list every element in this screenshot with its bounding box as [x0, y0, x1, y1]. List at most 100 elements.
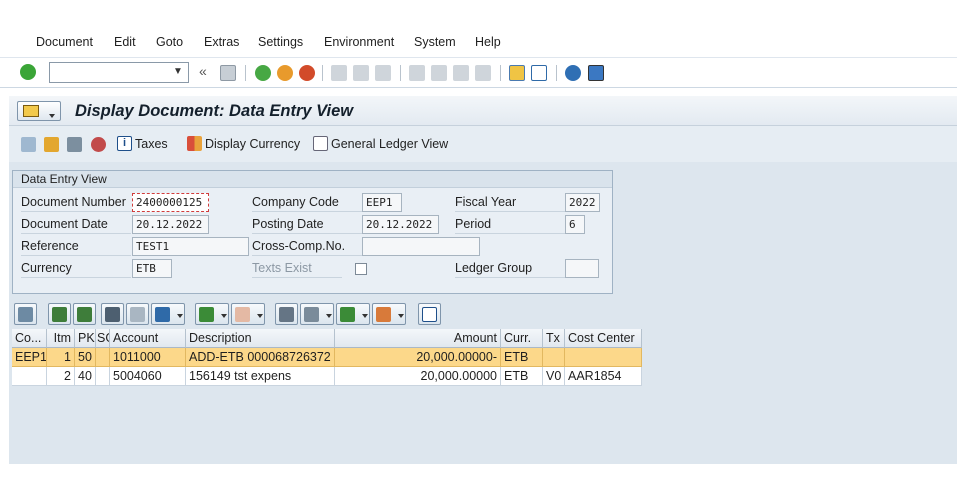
toolbar-separator — [245, 65, 246, 81]
display-currency-button[interactable]: Display Currency — [187, 136, 300, 151]
column-header-pk[interactable]: PK — [75, 329, 96, 348]
grid-toolbar — [12, 303, 957, 329]
save-icon[interactable] — [220, 65, 236, 81]
find-next-button[interactable] — [126, 303, 149, 325]
fiscal-year-field[interactable]: 2022 — [565, 193, 600, 212]
cancel-icon[interactable] — [299, 65, 315, 81]
find-next-icon[interactable] — [375, 65, 391, 81]
next-page-icon[interactable] — [453, 65, 469, 81]
column-header-description[interactable]: Description — [186, 329, 335, 348]
layout-button[interactable] — [372, 303, 406, 325]
menu-goto[interactable]: Goto — [156, 35, 183, 49]
prev-page-icon[interactable] — [431, 65, 447, 81]
menu-extras[interactable]: Extras — [204, 35, 239, 49]
layout-icon — [376, 307, 391, 322]
command-field[interactable] — [49, 62, 189, 83]
column-header-amount[interactable]: Amount — [335, 329, 501, 348]
enter-icon[interactable] — [20, 64, 36, 80]
sort-descending-button[interactable] — [73, 303, 96, 325]
cell-sg — [96, 367, 110, 386]
views-icon — [304, 307, 319, 322]
menu-environment[interactable]: Environment — [324, 35, 394, 49]
cell-tax — [543, 348, 565, 367]
subtotal-icon — [235, 307, 250, 322]
menu-system[interactable]: System — [414, 35, 456, 49]
document-overview-icon[interactable] — [67, 137, 82, 152]
cell-cost-center: AAR1854 — [565, 367, 642, 386]
cell-amount: 20,000.00000- — [335, 348, 501, 367]
history-icon[interactable]: « — [199, 63, 207, 79]
ledger-group-field[interactable] — [565, 259, 599, 278]
column-header-cost-center[interactable]: Cost Center — [565, 329, 642, 348]
command-dropdown-icon[interactable]: ▼ — [170, 64, 186, 80]
find-button[interactable] — [101, 303, 124, 325]
find-next-icon — [130, 307, 145, 322]
menu-bar: Document Edit Goto Extras Settings Envir… — [0, 24, 957, 58]
other-document-icon[interactable] — [44, 137, 59, 152]
shortcut-icon[interactable] — [531, 65, 547, 81]
subtotal-button[interactable] — [231, 303, 265, 325]
table-row[interactable]: EEP1 1 50 1011000 ADD-ETB 000068726372 2… — [12, 348, 642, 367]
general-ledger-view-button[interactable]: General Ledger View — [313, 136, 448, 151]
sort-ascending-button[interactable] — [48, 303, 71, 325]
last-page-icon[interactable] — [475, 65, 491, 81]
company-code-field[interactable]: EEP1 — [362, 193, 402, 212]
menu-document[interactable]: Document — [36, 35, 93, 49]
currency-field[interactable]: ETB — [132, 259, 172, 278]
column-header-sg[interactable]: SG — [96, 329, 110, 348]
cell-description: ADD-ETB 000068726372 — [186, 348, 335, 367]
ledger-group-label: Ledger Group — [455, 260, 565, 278]
exit-icon[interactable] — [277, 65, 293, 81]
menu-edit[interactable]: Edit — [114, 35, 136, 49]
filter-button[interactable] — [151, 303, 185, 325]
cell-pk: 40 — [75, 367, 96, 386]
customize-icon[interactable] — [588, 65, 604, 81]
document-number-label: Document Number — [21, 194, 133, 212]
page-title: Display Document: Data Entry View — [75, 102, 354, 120]
taxes-button[interactable]: i Taxes — [117, 136, 168, 151]
document-number-field[interactable]: 2400000125 — [132, 193, 209, 212]
texts-exist-checkbox[interactable] — [355, 263, 367, 275]
details-icon — [18, 307, 33, 322]
column-header-tax[interactable]: Tx — [543, 329, 565, 348]
find-icon[interactable] — [353, 65, 369, 81]
column-header-account[interactable]: Account — [110, 329, 186, 348]
change-display-icon[interactable] — [21, 137, 36, 152]
screen-menu-icon — [23, 105, 39, 117]
export-button[interactable] — [336, 303, 370, 325]
cross-comp-field[interactable] — [362, 237, 480, 256]
document-date-field[interactable]: 20.12.2022 — [132, 215, 209, 234]
total-button[interactable] — [195, 303, 229, 325]
info-icon — [422, 307, 437, 322]
chevron-down-icon — [398, 314, 404, 318]
column-header-item[interactable]: Itm — [47, 329, 75, 348]
print-preview-button[interactable] — [275, 303, 298, 325]
cell-currency: ETB — [501, 348, 543, 367]
print-icon[interactable] — [331, 65, 347, 81]
back-nav-icon[interactable] — [255, 65, 271, 81]
cell-sg — [96, 348, 110, 367]
chevron-down-icon — [221, 314, 227, 318]
new-session-icon[interactable] — [509, 65, 525, 81]
column-header-currency[interactable]: Curr. — [501, 329, 543, 348]
details-button[interactable] — [14, 303, 37, 325]
first-page-icon[interactable] — [409, 65, 425, 81]
table-row[interactable]: 2 40 5004060 156149 tst expens 20,000.00… — [12, 367, 642, 386]
help-icon[interactable] — [565, 65, 581, 81]
data-entry-view-group: Data Entry View Document Number 24000001… — [12, 170, 613, 294]
general-ledger-view-label: General Ledger View — [331, 136, 449, 151]
menu-help[interactable]: Help — [475, 35, 501, 49]
information-button[interactable] — [418, 303, 441, 325]
posting-date-field[interactable]: 20.12.2022 — [362, 215, 439, 234]
print-icon — [279, 307, 294, 322]
views-button[interactable] — [300, 303, 334, 325]
menu-settings[interactable]: Settings — [258, 35, 303, 49]
period-field[interactable]: 6 — [565, 215, 585, 234]
screen-menu-button[interactable] — [17, 101, 61, 121]
reference-field[interactable]: TEST1 — [132, 237, 249, 256]
title-bar: Display Document: Data Entry View — [9, 96, 957, 126]
document-header-icon[interactable] — [91, 137, 106, 152]
period-label: Period — [455, 216, 565, 234]
column-header-company[interactable]: Co... — [12, 329, 47, 348]
info-icon: i — [117, 136, 132, 151]
